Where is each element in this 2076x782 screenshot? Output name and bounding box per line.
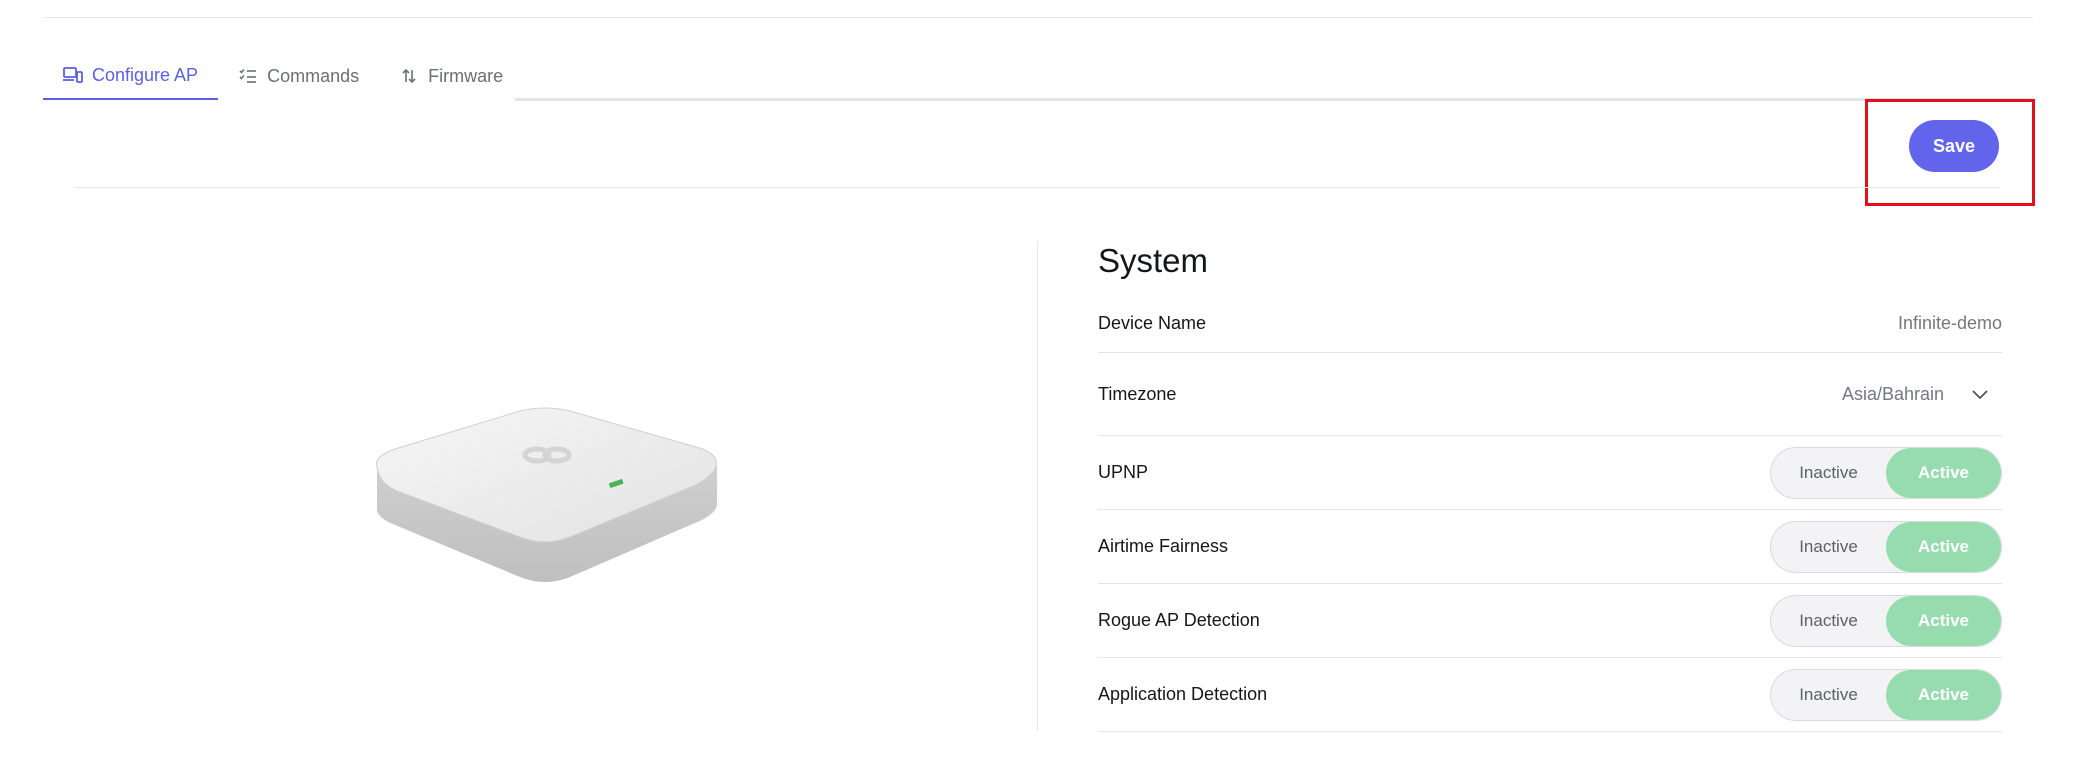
rogue-ap-detection-label: Rogue AP Detection bbox=[1098, 610, 1260, 630]
airtime-fairness-toggle: Inactive Active bbox=[1770, 520, 2002, 573]
column-divider bbox=[1037, 241, 1038, 731]
tab-label: Commands bbox=[267, 65, 360, 86]
save-button[interactable]: Save bbox=[1909, 120, 1999, 172]
inactive-option[interactable]: Inactive bbox=[1771, 448, 1886, 498]
timezone-label: Timezone bbox=[1098, 383, 1177, 404]
tab-bar-underline bbox=[515, 98, 2033, 101]
rogue-ap-detection-toggle: Inactive Active bbox=[1770, 594, 2002, 647]
device-name-label: Device Name bbox=[1098, 313, 1207, 333]
devices-icon bbox=[63, 65, 83, 85]
application-detection-toggle: Inactive Active bbox=[1770, 668, 2002, 721]
tab-bar: Configure AP Commands Firmware bbox=[43, 52, 523, 102]
section-title: System bbox=[1098, 242, 1209, 279]
header-divider bbox=[75, 187, 2000, 188]
active-option[interactable]: Active bbox=[1886, 595, 2001, 646]
upnp-label: UPNP bbox=[1098, 462, 1149, 482]
tab-firmware[interactable]: Firmware bbox=[379, 52, 523, 100]
system-panel: System Device Name Infinite-demo Timezon… bbox=[1098, 235, 2002, 732]
inactive-option[interactable]: Inactive bbox=[1771, 522, 1886, 572]
upnp-row: UPNP Inactive Active bbox=[1098, 436, 2002, 510]
active-option[interactable]: Active bbox=[1886, 447, 2001, 498]
airtime-fairness-label: Airtime Fairness bbox=[1098, 536, 1229, 556]
active-option[interactable]: Active bbox=[1886, 521, 2001, 572]
top-divider bbox=[43, 17, 2033, 18]
tab-commands[interactable]: Commands bbox=[218, 52, 379, 100]
rogue-ap-detection-row: Rogue AP Detection Inactive Active bbox=[1098, 584, 2002, 658]
inactive-option[interactable]: Inactive bbox=[1771, 596, 1886, 646]
tab-configure-ap[interactable]: Configure AP bbox=[43, 52, 219, 100]
application-detection-label: Application Detection bbox=[1098, 684, 1268, 704]
device-name-row: Device Name Infinite-demo bbox=[1098, 295, 2002, 353]
airtime-fairness-row: Airtime Fairness Inactive Active bbox=[1098, 510, 2002, 584]
access-point-image bbox=[365, 405, 725, 605]
tab-label: Firmware bbox=[428, 65, 504, 86]
chevron-down-icon bbox=[1972, 384, 1988, 405]
application-detection-row: Application Detection Inactive Active bbox=[1098, 658, 2002, 732]
checklist-icon bbox=[238, 66, 258, 86]
upnp-toggle: Inactive Active bbox=[1770, 446, 2002, 499]
timezone-row: Timezone Asia/Bahrain bbox=[1098, 353, 2002, 436]
inactive-option[interactable]: Inactive bbox=[1771, 670, 1886, 720]
sort-arrows-icon bbox=[399, 66, 419, 86]
active-option[interactable]: Active bbox=[1886, 669, 2001, 720]
tab-label: Configure AP bbox=[92, 64, 199, 85]
timezone-value: Asia/Bahrain bbox=[1841, 383, 1944, 404]
timezone-select[interactable]: Asia/Bahrain bbox=[1842, 384, 2002, 405]
device-name-value: Infinite-demo bbox=[1897, 313, 2002, 333]
